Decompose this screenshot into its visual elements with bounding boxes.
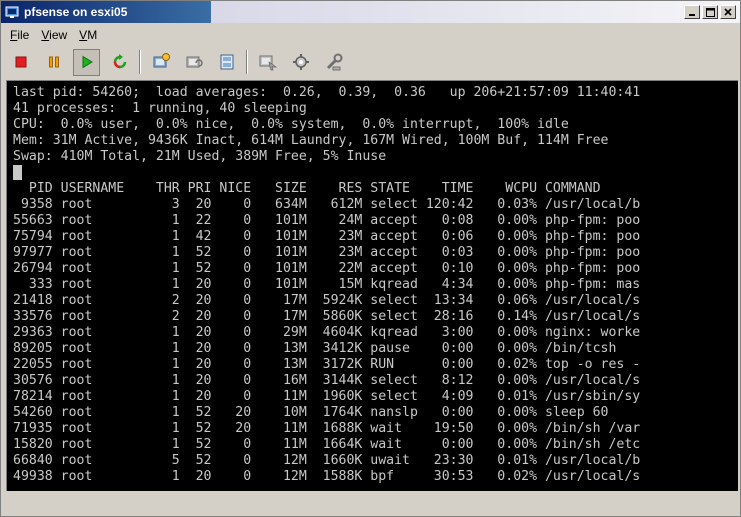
- revert-snapshot-button[interactable]: [180, 49, 207, 76]
- title-bar-fade: [211, 1, 740, 23]
- send-ctrl-alt-del-icon: [259, 55, 277, 71]
- console-line: Mem: 31M Active, 9436K Inact, 614M Laund…: [13, 133, 609, 148]
- console-line: Swap: 410M Total, 21M Used, 389M Free, 5…: [13, 149, 387, 164]
- console-line: 21418 root 2 20 0 17M 5924K select 13:34…: [13, 293, 641, 308]
- toolbar-separator: [139, 50, 141, 74]
- power-off-button[interactable]: [7, 49, 34, 76]
- snapshot-icon: [153, 53, 170, 68]
- console-line: 22055 root 1 20 0 13M 3172K RUN 0:00 0.0…: [13, 357, 641, 372]
- maximize-icon: [705, 7, 715, 17]
- vm-console-window: pfsense on esxi05 File View VM last pid:…: [0, 0, 741, 517]
- console-line: last pid: 54260; load averages: 0.26, 0.…: [13, 85, 641, 100]
- text-cursor: [13, 165, 22, 180]
- console-line: 333 root 1 20 0 101M 15M kqread 4:34 0.0…: [13, 277, 641, 292]
- reset-icon: [113, 54, 126, 69]
- install-tools-button[interactable]: [320, 49, 347, 76]
- console-line: 55663 root 1 22 0 101M 24M accept 0:08 0…: [13, 213, 641, 228]
- menu-file[interactable]: File: [5, 27, 34, 45]
- manage-snapshots-icon: [220, 54, 233, 70]
- close-icon: [724, 8, 732, 16]
- menu-vm-accel: V: [79, 28, 88, 42]
- vm-settings-icon: [292, 54, 309, 70]
- minimize-button[interactable]: [684, 5, 700, 19]
- title-bar-active: pfsense on esxi05: [1, 1, 211, 23]
- install-tools-icon: [326, 53, 342, 71]
- console-line: 26794 root 1 52 0 101M 22M accept 0:10 0…: [13, 261, 641, 276]
- console-line: 33576 root 2 20 0 17M 5860K select 28:16…: [13, 309, 641, 324]
- minimize-icon: [689, 14, 695, 16]
- revert-snapshot-icon: [186, 56, 203, 68]
- console-line: 15820 root 1 52 0 11M 1664K wait 0:00 0.…: [13, 437, 641, 452]
- console-line: 89205 root 1 20 0 13M 3412K pause 0:00 0…: [13, 341, 617, 356]
- pause-icon: [48, 56, 59, 68]
- power-on-button[interactable]: [73, 48, 100, 76]
- vm-console-screen[interactable]: last pid: 54260; load averages: 0.26, 0.…: [6, 80, 738, 491]
- menu-bar: File View VM: [5, 27, 102, 45]
- console-line: 75794 root 1 42 0 101M 23M accept 0:06 0…: [13, 229, 641, 244]
- menu-view-rest: iew: [49, 28, 68, 42]
- console-line: [13, 165, 640, 181]
- ctrl-alt-del-button[interactable]: [254, 49, 281, 76]
- console-line: 71935 root 1 52 20 11M 1688K wait 19:50 …: [13, 421, 641, 436]
- suspend-button[interactable]: [40, 49, 67, 76]
- console-line: 97977 root 1 52 0 101M 23M accept 0:03 0…: [13, 245, 641, 260]
- console-line: CPU: 0.0% user, 0.0% nice, 0.0% system, …: [13, 117, 569, 132]
- menu-file-rest: ile: [17, 28, 30, 42]
- window-controls: [684, 5, 736, 19]
- console-line: 41 processes: 1 running, 40 sleeping: [13, 101, 307, 116]
- console-line: 30576 root 1 20 0 16M 3144K select 8:12 …: [13, 373, 641, 388]
- menu-view-accel: V: [41, 28, 50, 42]
- maximize-button[interactable]: [702, 5, 718, 19]
- stop-icon: [15, 56, 26, 68]
- terminal-output: last pid: 54260; load averages: 0.26, 0.…: [13, 85, 640, 485]
- console-line: PID USERNAME THR PRI NICE SIZE RES STATE…: [13, 181, 601, 196]
- status-bar: [1, 493, 740, 517]
- reset-button[interactable]: [106, 49, 133, 76]
- vm-app-icon: [5, 5, 19, 19]
- console-line: 66840 root 5 52 0 12M 1660K uwait 23:30 …: [13, 453, 641, 468]
- toolbar: [7, 47, 353, 77]
- toolbar-separator: [246, 50, 248, 74]
- menu-vm-rest: M: [87, 28, 98, 42]
- console-line: 49938 root 1 20 0 12M 1588K bpf 30:53 0.…: [13, 469, 641, 484]
- close-button[interactable]: [720, 5, 736, 19]
- title-bar[interactable]: pfsense on esxi05: [1, 1, 740, 23]
- play-icon: [82, 55, 93, 69]
- snapshot-manager-button[interactable]: [213, 49, 240, 76]
- window-title: pfsense on esxi05: [24, 5, 128, 19]
- menu-vm[interactable]: VM: [74, 27, 102, 45]
- console-line: 9358 root 3 20 0 634M 612M select 120:42…: [13, 197, 641, 212]
- console-line: 29363 root 1 20 0 29M 4604K kqread 3:00 …: [13, 325, 641, 340]
- console-line: 54260 root 1 52 20 10M 1764K nanslp 0:00…: [13, 405, 609, 420]
- take-snapshot-button[interactable]: [147, 49, 174, 76]
- vm-settings-button[interactable]: [287, 49, 314, 76]
- console-line: 78214 root 1 20 0 11M 1960K select 4:09 …: [13, 389, 641, 404]
- menu-view[interactable]: View: [36, 27, 72, 45]
